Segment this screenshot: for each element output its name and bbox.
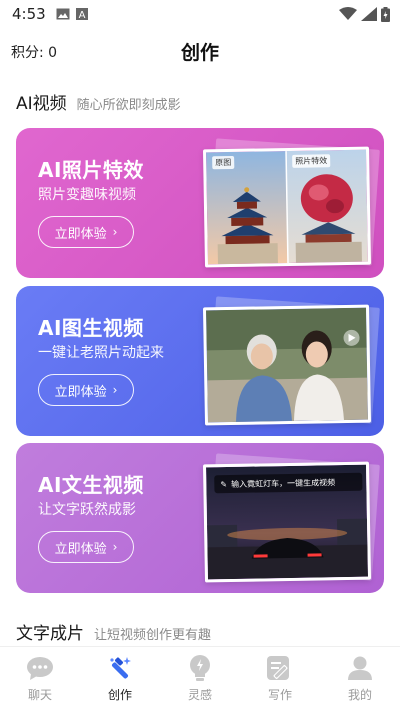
card-title: AI文生视频 — [38, 473, 144, 497]
text-notification-icon: A — [75, 8, 88, 20]
image-notification-icon — [56, 8, 70, 20]
wifi-icon — [339, 7, 357, 20]
card-ai-text-to-video[interactable]: AI文生视频 让文字跃然成影 立即体验 › ✎ 输入霓虹灯车，一键生成视频 — [16, 443, 384, 593]
try-now-button[interactable]: 立即体验 › — [38, 216, 134, 248]
section-subtitle: 让短视频创作更有趣 — [94, 628, 212, 643]
card-subtitle: 一键让老照片动起来 — [38, 345, 164, 361]
nav-label: 我的 — [347, 688, 372, 702]
tag-original: 原图 — [212, 155, 235, 170]
card-ai-image-to-video[interactable]: AI图生视频 一键让老照片动起来 立即体验 › — [16, 286, 384, 436]
nav-label: 聊天 — [27, 688, 52, 702]
portrait-photo-illustration — [206, 307, 368, 423]
nav-label: 创作 — [107, 688, 132, 702]
nav-item-writing[interactable]: 写作 — [240, 647, 320, 711]
chat-icon — [26, 655, 54, 681]
nav-item-profile[interactable]: 我的 — [320, 647, 400, 711]
button-label: 立即体验 — [54, 541, 107, 557]
nav-item-inspiration[interactable]: 灵感 — [160, 647, 240, 711]
magic-wand-icon — [106, 655, 134, 681]
status-notifications: A — [56, 8, 88, 20]
status-bar: 4:53 A — [0, 0, 400, 28]
section-subtitle: 随心所欲即刻成影 — [76, 98, 181, 113]
section-ai-video-header: AI视频 随心所欲即刻成影 — [16, 89, 181, 114]
chevron-right-icon: › — [112, 383, 118, 397]
nav-item-chat[interactable]: 聊天 — [0, 647, 80, 711]
bottom-navigation: 聊天 创作 灵感 写作 我的 — [0, 646, 400, 711]
section-title: AI视频 — [16, 94, 67, 114]
bulb-icon — [186, 655, 214, 681]
card-preview-image — [202, 304, 372, 426]
write-icon — [266, 655, 294, 681]
prompt-overlay: ✎ 输入霓虹灯车，一键生成视频 — [214, 472, 363, 494]
card-ai-photo-effects[interactable]: AI照片特效 照片变趣味视频 立即体验 › 原图 照片特效 — [16, 128, 384, 278]
signal-icon — [361, 7, 377, 21]
prompt-text: 输入霓虹灯车，一键生成视频 — [230, 477, 336, 489]
nav-label: 灵感 — [187, 688, 212, 702]
section-text-film-header: 文字成片 让短视频创作更有趣 — [16, 619, 211, 644]
chevron-right-icon: › — [112, 225, 118, 239]
person-icon — [346, 655, 374, 681]
button-label: 立即体验 — [54, 384, 107, 400]
card-subtitle: 照片变趣味视频 — [38, 187, 136, 203]
card-subtitle: 让文字跃然成影 — [38, 502, 136, 518]
pencil-icon: ✎ — [220, 479, 228, 489]
nav-item-create[interactable]: 创作 — [80, 647, 160, 711]
card-title: AI照片特效 — [38, 158, 144, 182]
section-title: 文字成片 — [16, 624, 84, 644]
app-header: 积分: 0 创作 — [0, 32, 400, 70]
status-indicators — [339, 6, 390, 22]
page-title: 创作 — [180, 42, 219, 64]
card-preview-image: 原图 照片特效 — [202, 146, 372, 268]
chevron-right-icon: › — [112, 540, 118, 554]
status-time: 4:53 — [12, 5, 46, 23]
button-label: 立即体验 — [54, 226, 107, 242]
tag-photo-effect: 照片特效 — [292, 154, 331, 168]
try-now-button[interactable]: 立即体验 › — [38, 531, 134, 563]
card-title: AI图生视频 — [38, 316, 144, 340]
card-preview-image: ✎ 输入霓虹灯车，一键生成视频 — [202, 461, 372, 583]
battery-icon — [381, 6, 390, 22]
nav-label: 写作 — [267, 688, 292, 702]
try-now-button[interactable]: 立即体验 › — [38, 374, 134, 406]
svg-text:A: A — [78, 10, 85, 20]
